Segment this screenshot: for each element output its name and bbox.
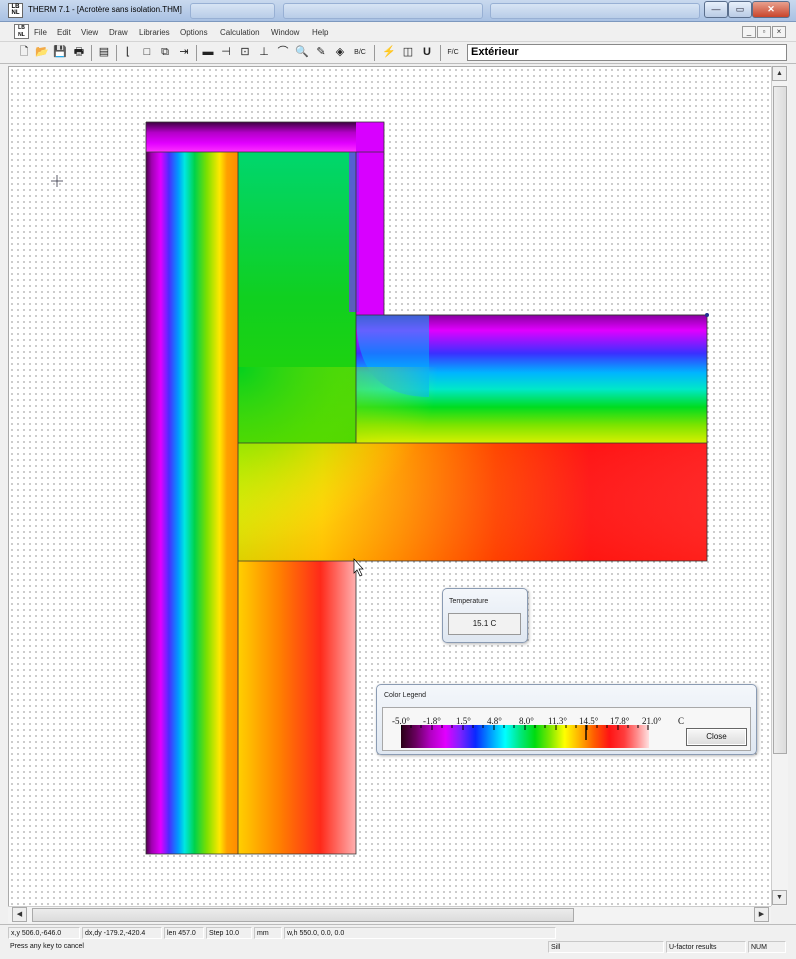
status-wh: w,h 550.0, 0.0, 0.0 — [284, 927, 556, 939]
legend-close-button[interactable]: Close — [686, 728, 747, 746]
legend-unit: C — [678, 716, 685, 726]
color-legend-frame: -5.0° -1.8° 1.5° 4.8° 8.0° 11.3° 14.5° 1… — [382, 707, 751, 751]
menu-libraries[interactable]: Libraries — [139, 28, 170, 37]
background-window-tab — [490, 3, 700, 19]
scroll-down-icon[interactable]: ▼ — [772, 890, 787, 905]
point-marker — [705, 313, 709, 317]
u-factor-icon[interactable]: U — [419, 44, 435, 61]
scroll-up-icon[interactable]: ▲ — [772, 66, 787, 81]
status-step: Step 10.0 — [206, 927, 252, 939]
window-title: THERM 7.1 - [Acrotère sans isolation.THM… — [28, 5, 182, 14]
open-folder-icon[interactable]: 📂 — [34, 44, 50, 61]
maximize-button[interactable]: ▭ — [728, 1, 752, 18]
rectangle-tool-icon[interactable]: □ — [139, 44, 155, 61]
toolbar-separator — [116, 45, 117, 61]
calculate-lightning-icon[interactable]: ⚡ — [381, 44, 397, 61]
parapet-top — [146, 122, 384, 152]
arc-tool-icon[interactable]: ⌒ — [275, 44, 291, 61]
move-point-icon[interactable]: ⊣ — [218, 44, 234, 61]
toolbar-separator — [440, 45, 441, 61]
menu-file[interactable]: File — [34, 28, 47, 37]
add-point-icon[interactable]: ⊡ — [237, 44, 253, 61]
boundary-condition-icon[interactable]: B/C — [352, 44, 368, 61]
status-len: len 457.0 — [164, 927, 204, 939]
toolbar-separator — [374, 45, 375, 61]
status-unit: mm — [254, 927, 282, 939]
mdi-close-button[interactable]: × — [772, 26, 786, 38]
temperature-value: 15.1 C — [448, 613, 521, 635]
vertical-scrollbar[interactable]: ▲ ▼ — [771, 66, 788, 906]
vertical-scroll-thumb[interactable] — [773, 86, 787, 754]
status-prompt: Press any key to cancel — [10, 943, 84, 950]
print-icon[interactable]: 🖶 — [71, 44, 87, 61]
toolbar-separator — [91, 45, 92, 61]
new-file-icon[interactable]: 🗋 — [16, 44, 32, 61]
insert-point-icon[interactable]: ⇥ — [176, 44, 192, 61]
mdi-minimize-button[interactable]: _ — [742, 26, 756, 38]
parapet-transition — [349, 152, 359, 312]
scroll-right-icon[interactable]: ▶ — [754, 907, 769, 922]
menu-view[interactable]: View — [81, 28, 98, 37]
eyedropper-icon[interactable]: ✎ — [313, 44, 329, 61]
fahrenheit-celsius-icon[interactable]: F/C — [445, 44, 461, 61]
properties-icon[interactable]: ▤ — [96, 44, 112, 61]
fill-void-icon[interactable]: ▬ — [200, 44, 216, 61]
horizontal-scrollbar[interactable]: ◀ ▶ — [8, 906, 771, 923]
polygon-tool-icon[interactable]: ⌊ — [120, 44, 136, 61]
crosshair-icon — [51, 175, 63, 187]
menu-calculation[interactable]: Calculation — [220, 28, 260, 37]
menu-edit[interactable]: Edit — [57, 28, 71, 37]
menu-window[interactable]: Window — [271, 28, 299, 37]
lower-wall — [238, 561, 356, 854]
copy-polygon-icon[interactable]: ⧉ — [157, 44, 173, 61]
therm-app-icon: LB NL — [8, 3, 23, 18]
status-num: NUM — [748, 941, 786, 953]
parapet-inner-edge — [356, 122, 384, 315]
title-bar: LB NL THERM 7.1 - [Acrotère sans isolatio… — [0, 0, 796, 22]
drawing-canvas[interactable] — [8, 66, 771, 906]
save-icon[interactable]: 💾 — [52, 44, 68, 61]
color-legend-title: Color Legend — [384, 692, 427, 699]
material-selector[interactable]: Extérieur — [467, 44, 787, 61]
color-legend-dialog[interactable]: Color Legend -5.0° -1.8° 1.5° 4.8° 8.0° … — [376, 684, 757, 755]
zoom-icon[interactable]: 🔍 — [294, 44, 310, 61]
therm-window: LB NL THERM 7.1 - [Acrotère sans isolatio… — [0, 0, 796, 959]
status-bar: x,y 506.0,-646.0 dx,dy -179.2,-420.4 len… — [0, 924, 796, 959]
legend-tick-marks — [401, 725, 649, 740]
document-icon[interactable]: LB NL — [14, 24, 29, 39]
status-xy: x,y 506.0,-646.0 — [8, 927, 80, 939]
minimize-button[interactable]: — — [704, 1, 728, 18]
menu-options[interactable]: Options — [180, 28, 208, 37]
status-results: U-factor results — [666, 941, 746, 953]
isotherm-plot — [51, 121, 709, 855]
slab-corner-blend — [238, 367, 438, 547]
toolbar-separator — [196, 45, 197, 61]
menu-draw[interactable]: Draw — [109, 28, 128, 37]
mdi-restore-button[interactable]: ▫ — [757, 26, 771, 38]
temperature-popup-title: Temperature — [449, 598, 489, 605]
scroll-left-icon[interactable]: ◀ — [12, 907, 27, 922]
background-window-tab — [190, 3, 275, 19]
color-legend-bar — [401, 725, 649, 748]
background-window-tab — [283, 3, 483, 19]
wall-section — [146, 122, 238, 854]
close-button[interactable]: ✕ — [752, 1, 790, 18]
paint-bucket-icon[interactable]: ◈ — [332, 44, 348, 61]
status-dxdy: dx,dy -179.2,-420.4 — [82, 927, 162, 939]
status-boundary: Sill — [548, 941, 664, 953]
horizontal-scroll-thumb[interactable] — [32, 908, 574, 922]
temperature-popup[interactable]: Temperature 15.1 C — [442, 588, 528, 643]
locate-point-icon[interactable]: ⊥ — [256, 44, 272, 61]
show-results-icon[interactable]: ◫ — [400, 44, 416, 61]
menu-help[interactable]: Help — [312, 28, 328, 37]
